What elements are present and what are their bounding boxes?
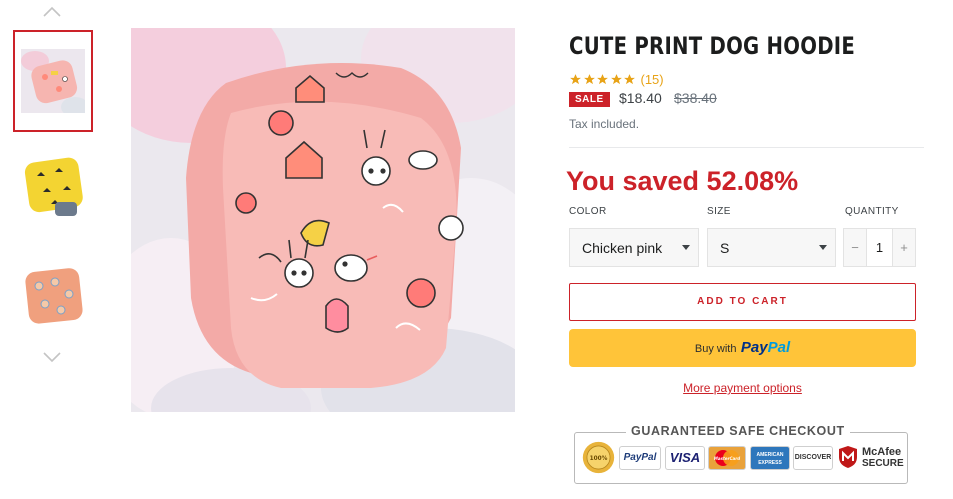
amex-logo: AMERICAN EXPRESS: [750, 446, 790, 470]
paypal-buy-with-text: Buy with: [694, 343, 737, 355]
mastercard-text: MasterCard: [714, 456, 740, 461]
rating-stars[interactable]: (15): [569, 72, 664, 87]
savings-text: You saved 52.08%: [566, 166, 799, 196]
safe-checkout-title: GUARANTEED SAFE CHECKOUT: [626, 424, 850, 438]
main-product-image[interactable]: [131, 28, 515, 412]
star-icon: [624, 74, 635, 85]
discover-logo: DISCOVER: [793, 446, 833, 470]
chevron-down-icon: [682, 245, 690, 250]
mcafee-text: McAfee: [862, 446, 902, 458]
paypal-buy-button[interactable]: Buy with PayPal: [569, 329, 916, 367]
size-select-value: S: [720, 240, 730, 256]
quantity-stepper[interactable]: − 1 +: [843, 228, 916, 267]
thumbnail-down-arrow-icon[interactable]: [43, 351, 61, 363]
star-icon: [610, 74, 622, 85]
paypal-logo-pay: Pay: [740, 339, 768, 356]
tax-note: Tax included.: [569, 117, 640, 131]
size-label: SIZE: [707, 206, 731, 217]
paypal-logo: PayPal: [619, 446, 661, 470]
more-payment-options-link[interactable]: More payment options: [569, 381, 916, 395]
product-title: CUTE PRINT DOG HOODIE: [569, 32, 856, 60]
mcafee-secure-text: SECURE: [862, 458, 904, 469]
svg-text:100%: 100%: [590, 456, 608, 462]
thumbnail-orange-hoodie[interactable]: [21, 264, 85, 328]
mastercard-logo: MasterCard: [708, 446, 746, 470]
sale-price: $18.40: [619, 90, 662, 106]
quantity-input[interactable]: 1: [866, 229, 893, 266]
quantity-minus-button[interactable]: −: [844, 229, 866, 266]
thumbnail-pink-hoodie[interactable]: [21, 49, 85, 113]
quantity-label: QUANTITY: [845, 206, 899, 217]
star-icon: [570, 74, 581, 85]
review-count-link[interactable]: (15): [641, 72, 664, 87]
paypal-logo-pal: Pal: [767, 339, 791, 356]
color-label: COLOR: [569, 206, 607, 217]
mcafee-shield-icon: [839, 446, 857, 468]
visa-logo: VISA: [665, 446, 705, 470]
star-icon: [583, 74, 595, 85]
thumbnail-yellow-hoodie[interactable]: [21, 156, 85, 220]
color-select-value: Chicken pink: [582, 240, 663, 256]
star-icon: [597, 74, 608, 85]
size-select[interactable]: S: [707, 228, 836, 267]
quantity-plus-button[interactable]: +: [893, 229, 915, 266]
chevron-down-icon: [819, 245, 827, 250]
divider: [569, 147, 924, 148]
add-to-cart-button[interactable]: ADD TO CART: [569, 283, 916, 321]
compare-at-price: $38.40: [674, 90, 717, 106]
guarantee-seal-icon: 100%: [582, 441, 615, 474]
thumbnail-up-arrow-icon[interactable]: [43, 6, 61, 18]
color-select[interactable]: Chicken pink: [569, 228, 699, 267]
sale-badge: SALE: [569, 92, 610, 107]
